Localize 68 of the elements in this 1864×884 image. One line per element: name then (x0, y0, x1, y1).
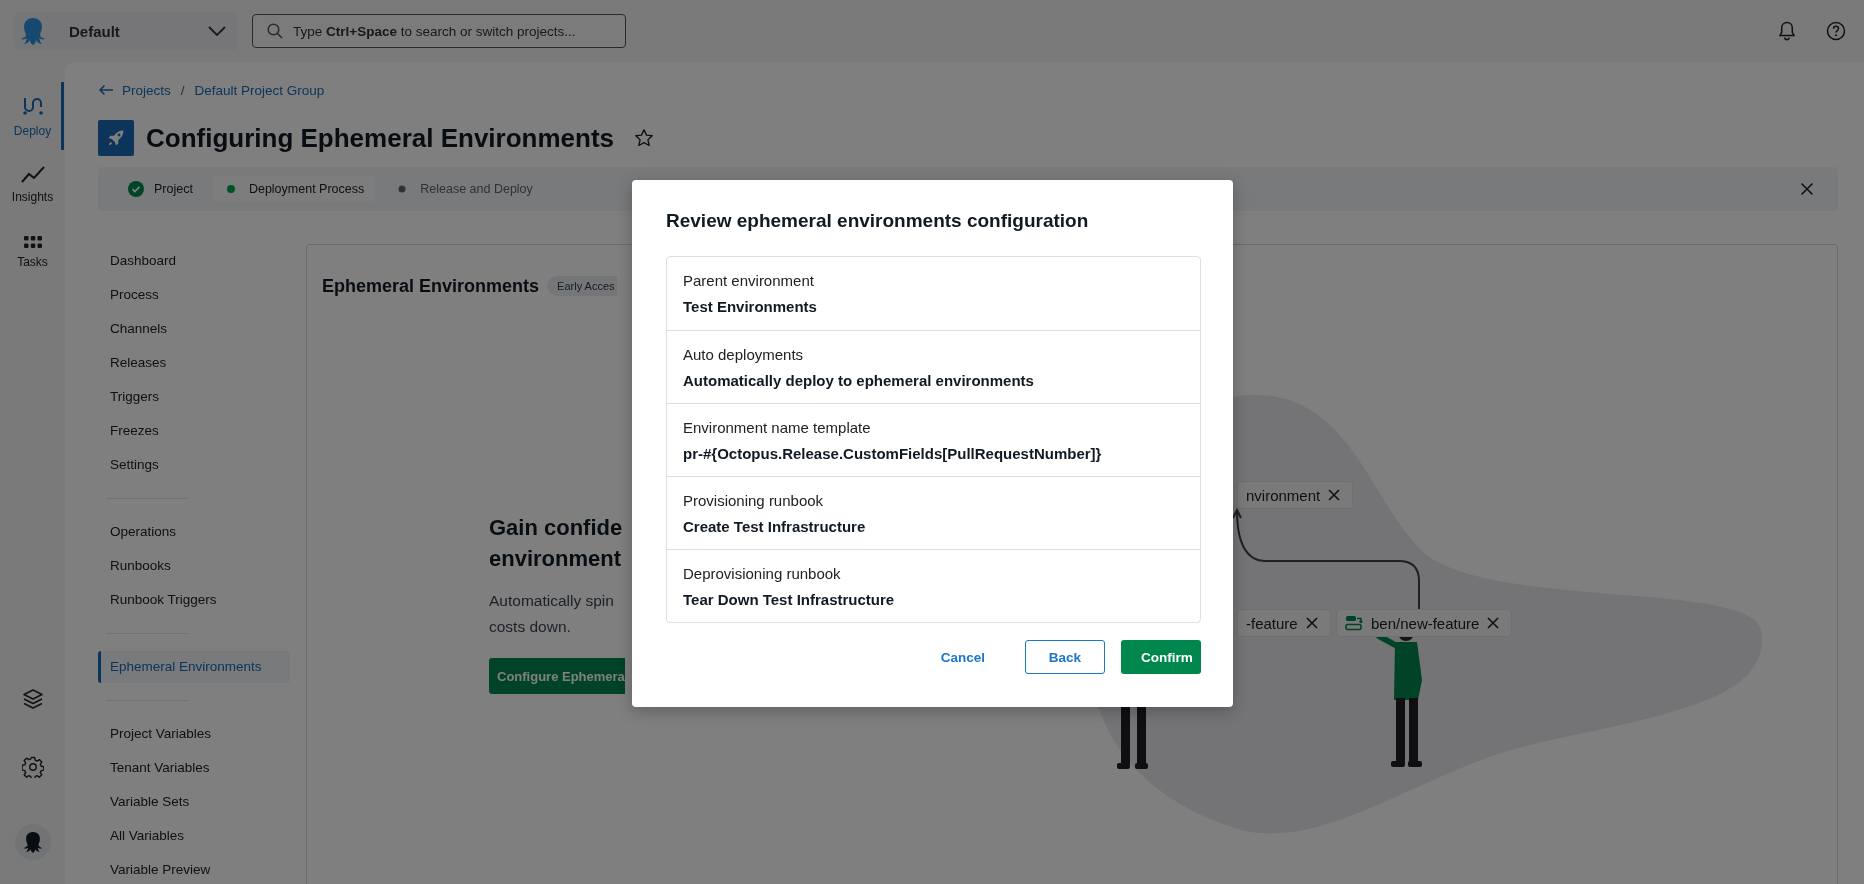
field-label: Deprovisioning runbook (683, 564, 842, 582)
rail-nav-item[interactable]: Insights (1, 150, 64, 218)
close-icon[interactable] (1800, 182, 1814, 196)
rail-nav-item[interactable]: Deploy (1, 82, 64, 150)
layers-icon[interactable] (21, 688, 44, 710)
project-nav-item[interactable]: Variable Sets (98, 785, 290, 819)
settings-icon[interactable] (21, 756, 44, 778)
back-arrow-icon[interactable] (98, 84, 114, 96)
project-nav-item[interactable]: Runbooks (98, 549, 290, 583)
status-badge: Early Acces (547, 276, 617, 296)
breadcrumb-separator: / (180, 82, 185, 98)
environment-chip: nvironment (1237, 481, 1354, 509)
rocket-icon (98, 120, 134, 156)
field-label: Provisioning runbook (683, 491, 825, 509)
trend-line-icon (20, 164, 45, 184)
field-value: Automatically deploy to ephemeral environments (683, 371, 1035, 389)
check-circle-icon (128, 181, 144, 197)
field-label: Auto deployments (683, 345, 805, 363)
project-nav-item[interactable]: Settings (98, 448, 290, 482)
hero-heading-line: environment (489, 545, 623, 573)
notification-bell-icon[interactable] (1778, 21, 1796, 41)
section-title: Ephemeral Environments (322, 275, 540, 297)
onboarding-step[interactable]: Project (118, 176, 203, 202)
space-selector[interactable]: Default (52, 12, 238, 50)
project-nav-item[interactable]: Freezes (98, 414, 290, 448)
remove-icon[interactable] (1305, 617, 1318, 629)
project-nav-item[interactable]: Releases (98, 346, 290, 380)
project-nav-item[interactable]: Triggers (98, 380, 290, 414)
dialog-button[interactable]: Confirm (1121, 640, 1201, 674)
environment-chip: ben/new-feature (1336, 609, 1513, 637)
project-nav-item[interactable]: Channels (98, 312, 290, 346)
field-value: Create Test Infrastructure (683, 517, 867, 535)
project-nav-item[interactable]: All Variables (98, 819, 290, 853)
chevron-down-icon (208, 26, 226, 36)
field-label: Environment name template (683, 418, 872, 436)
project-nav-item[interactable]: Variable Preview (98, 853, 290, 884)
project-nav-item[interactable]: Process (98, 278, 290, 312)
dialog-title: Review ephemeral environments configuration (666, 210, 1090, 233)
dialog-button[interactable]: Cancel (920, 640, 1005, 674)
project-nav-item[interactable]: Operations (98, 515, 290, 549)
remove-icon[interactable] (1328, 489, 1341, 501)
remove-icon[interactable] (1487, 617, 1500, 629)
field-label: Parent environment (683, 272, 815, 289)
project-title: Configuring Ephemeral Environments (146, 122, 615, 154)
user-avatar[interactable] (14, 824, 51, 860)
field-value: Tear Down Test Infrastructure (683, 590, 896, 608)
field-value: pr-#{Octopus.Release.CustomFields[PullRequestNumber]} (683, 444, 1103, 462)
hero-text-line: Automatically spin (489, 591, 615, 611)
help-icon[interactable] (1826, 21, 1846, 41)
star-icon[interactable] (634, 128, 655, 148)
breadcrumb-link[interactable]: Projects (122, 82, 171, 98)
project-nav-item[interactable]: Dashboard (98, 244, 290, 278)
project-nav-item[interactable]: Project Variables (98, 717, 290, 751)
field-value: Test Environments (683, 298, 818, 315)
hero-text-line: costs down. (489, 617, 572, 637)
search-field[interactable]: Type Ctrl+Space to search or switch projects... (252, 14, 626, 48)
project-nav-item[interactable]: Ephemeral Environments (98, 651, 290, 683)
environment-chip: -feature (1237, 609, 1331, 637)
search-icon (267, 23, 283, 39)
dialog-button[interactable]: Back (1025, 640, 1105, 674)
hero-heading-line: Gain confide (489, 514, 624, 542)
grid-dots-icon (22, 235, 43, 249)
project-nav-item[interactable]: Tenant Variables (98, 751, 290, 785)
breadcrumb-link[interactable]: Default Project Group (194, 82, 325, 98)
configure-button[interactable]: Configure Ephemera (489, 658, 625, 694)
onboarding-step[interactable]: Release and Deploy (384, 176, 543, 202)
rail-nav-item[interactable]: Tasks (1, 218, 64, 286)
project-nav-item[interactable]: Runbook Triggers (98, 583, 290, 617)
